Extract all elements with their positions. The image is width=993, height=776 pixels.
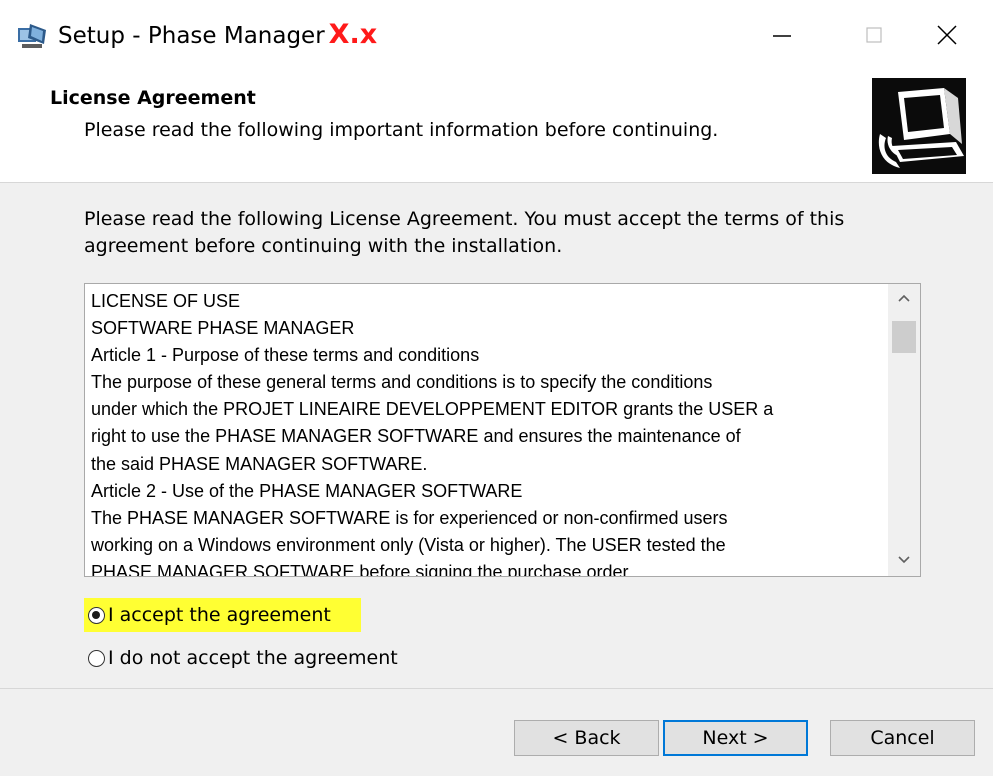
window-title-version: X.x bbox=[328, 19, 378, 50]
accept-radio[interactable] bbox=[88, 606, 105, 624]
license-line: Article 2 - Use of the PHASE MANAGER SOF… bbox=[91, 480, 523, 501]
scrollbar-thumb[interactable] bbox=[892, 321, 916, 353]
minimize-icon bbox=[772, 25, 792, 49]
page-title: License Agreement bbox=[50, 87, 256, 109]
close-button[interactable] bbox=[901, 0, 993, 74]
license-line: under which the PROJET LINEAIRE DEVELOPP… bbox=[91, 399, 774, 420]
window-title: Setup - Phase Manager X.x bbox=[58, 20, 377, 51]
scroll-up-button[interactable] bbox=[888, 284, 920, 314]
cancel-button[interactable]: Cancel bbox=[830, 720, 975, 756]
maximize-icon bbox=[864, 25, 884, 49]
back-button[interactable]: < Back bbox=[514, 720, 659, 756]
license-text: LICENSE OF USE SOFTWARE PHASE MANAGER Ar… bbox=[91, 288, 879, 577]
license-line: The purpose of these general terms and c… bbox=[91, 372, 713, 393]
next-button[interactable]: Next > bbox=[663, 720, 808, 756]
title-bar: Setup - Phase Manager X.x bbox=[0, 0, 993, 74]
accept-label[interactable]: I accept the agreement bbox=[108, 604, 331, 626]
license-intro-text: Please read the following License Agreem… bbox=[84, 208, 845, 257]
accept-agreement-option[interactable]: I accept the agreement bbox=[84, 598, 361, 632]
scroll-down-button[interactable] bbox=[888, 546, 920, 576]
license-line: The PHASE MANAGER SOFTWARE is for experi… bbox=[91, 507, 728, 528]
chevron-up-icon bbox=[897, 291, 911, 307]
license-line: the said PHASE MANAGER SOFTWARE. bbox=[91, 453, 428, 474]
license-line: SOFTWARE PHASE MANAGER bbox=[91, 318, 355, 339]
footer-divider bbox=[0, 688, 993, 689]
chevron-down-icon bbox=[897, 553, 911, 569]
setup-window: Setup - Phase Manager X.x License Agreeme… bbox=[0, 0, 993, 776]
license-scrollbar[interactable] bbox=[888, 284, 920, 576]
setup-computer-icon bbox=[872, 78, 966, 174]
page-subtitle: Please read the following important info… bbox=[84, 119, 719, 141]
decline-agreement-option[interactable]: I do not accept the agreement bbox=[84, 641, 398, 675]
decline-radio[interactable] bbox=[88, 649, 105, 667]
license-line: LICENSE OF USE bbox=[91, 291, 241, 311]
decline-label[interactable]: I do not accept the agreement bbox=[108, 647, 398, 669]
setup-app-icon bbox=[16, 22, 48, 50]
minimize-button[interactable] bbox=[736, 0, 828, 74]
page-header: License Agreement Please read the follow… bbox=[0, 74, 993, 183]
license-line: working on a Windows environment only (V… bbox=[91, 534, 726, 555]
license-line: Article 1 - Purpose of these terms and c… bbox=[91, 345, 480, 366]
license-line: PHASE MANAGER SOFTWARE before signing th… bbox=[91, 561, 633, 577]
license-line: right to use the PHASE MANAGER SOFTWARE … bbox=[91, 426, 741, 447]
window-title-text: Setup - Phase Manager bbox=[58, 23, 325, 49]
close-icon bbox=[936, 24, 958, 50]
license-text-box[interactable]: LICENSE OF USE SOFTWARE PHASE MANAGER Ar… bbox=[84, 283, 921, 577]
